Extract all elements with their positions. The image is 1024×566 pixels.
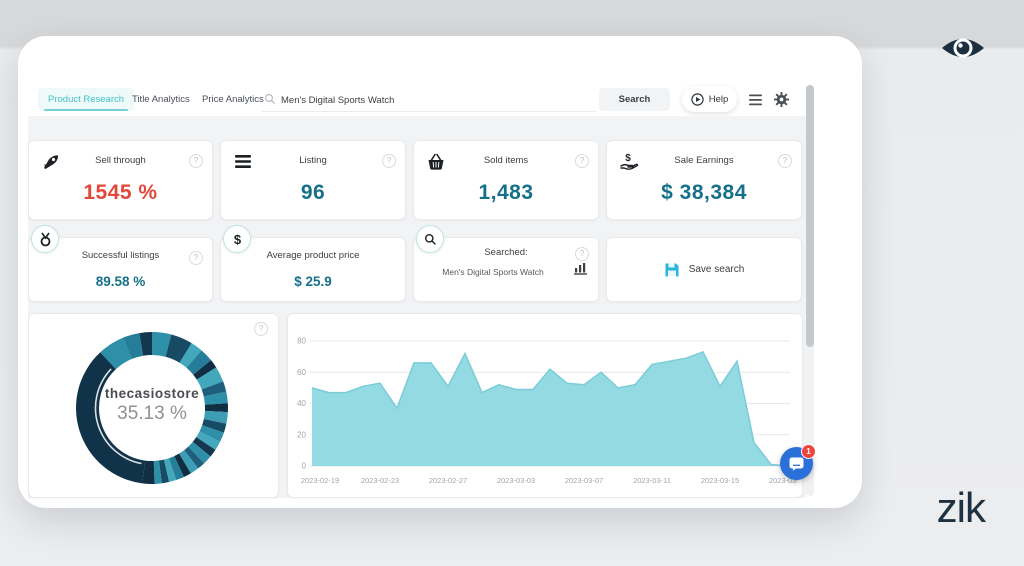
svg-text:2023-03-15: 2023-03-15 (701, 476, 739, 485)
stat-value: 96 (300, 181, 326, 204)
dollar-badge: $ (223, 225, 251, 253)
svg-text:2023-03-03: 2023-03-03 (497, 476, 535, 485)
question-icon[interactable]: ? (254, 322, 268, 336)
zik-logo: zik (936, 484, 986, 531)
stat-card-sale-earnings: $ Sale Earnings ? $ 38,384 (606, 140, 802, 220)
svg-text:2023-03-11: 2023-03-11 (633, 476, 671, 485)
sales-trend-area-chart[interactable]: 0 20 40 60 80 2023-02-19 2023-02-23 2023-02-27 2… (290, 325, 798, 493)
tab-product-research[interactable]: Product Research (38, 88, 135, 111)
chat-icon (789, 457, 804, 471)
help-button[interactable]: Help (682, 86, 737, 112)
chat-notification-badge: 1 (801, 444, 816, 459)
dollar-icon: $ (233, 232, 241, 247)
question-icon[interactable]: ? (778, 154, 792, 168)
searched-term: Men's Digital Sports Watch (442, 267, 544, 277)
magnifier-badge (416, 225, 444, 253)
stat-value: $ 38,384 (661, 181, 747, 204)
stat-label: Sale Earnings (674, 155, 734, 166)
question-icon[interactable]: ? (575, 247, 589, 261)
stat-label: Average product price (266, 250, 360, 261)
stat-label: Searched: (484, 247, 528, 258)
svg-text:2023-03-07: 2023-03-07 (565, 476, 603, 485)
page: zik Product Research Title Analytics Pri… (0, 0, 1024, 566)
question-icon[interactable]: ? (382, 154, 396, 168)
svg-text:60: 60 (297, 368, 306, 377)
eye-logo-icon (942, 38, 984, 58)
bar-chart-icon[interactable] (574, 262, 587, 275)
svg-text:2023-02-19: 2023-02-19 (301, 476, 339, 485)
search-input[interactable]: Men's Digital Sports Watch (281, 95, 591, 106)
help-label: Help (708, 93, 729, 105)
medal-badge (31, 225, 59, 253)
svg-text:2023-02-27: 2023-02-27 (429, 476, 467, 485)
scrollbar-thumb[interactable] (806, 85, 814, 347)
svg-text:80: 80 (297, 337, 306, 346)
save-search-label: Save search (688, 264, 745, 275)
stat-value: 1545 % (83, 181, 158, 204)
help-play-icon (691, 92, 704, 106)
save-icon (665, 263, 679, 276)
stat-value: $ 25.9 (294, 274, 332, 289)
question-icon[interactable]: ? (575, 154, 589, 168)
stat-value: 1,483 (478, 181, 534, 204)
search-input-underline (262, 110, 596, 112)
svg-text:40: 40 (297, 399, 306, 408)
question-icon[interactable]: ? (189, 154, 203, 168)
gear-icon[interactable] (774, 92, 789, 107)
stat-card-sold-items: Sold items ? 1,483 (413, 140, 599, 220)
magnifier-icon (424, 233, 436, 245)
save-search-card[interactable]: Save search (606, 237, 802, 302)
tab-title-analytics[interactable]: Title Analytics (122, 88, 200, 111)
stat-label: Sold items (483, 155, 529, 166)
competitors-donut-chart[interactable] (72, 328, 232, 488)
stat-value: 89.58 % (95, 274, 146, 289)
search-button[interactable]: Search (599, 88, 670, 111)
question-icon[interactable]: ? (189, 251, 203, 265)
stat-card-sell-through: Sell through ? 1545 % (28, 140, 213, 220)
svg-text:2023-02-23: 2023-02-23 (361, 476, 399, 485)
tab-price-analytics[interactable]: Price Analytics (192, 88, 274, 111)
svg-text:$: $ (233, 232, 241, 247)
svg-text:20: 20 (297, 430, 306, 439)
search-icon (264, 93, 276, 105)
stat-label: Listing (299, 155, 327, 166)
medal-icon (40, 232, 50, 246)
stat-label: Sell through (95, 155, 146, 166)
svg-text:0: 0 (302, 462, 307, 471)
stat-card-listing: Listing ? 96 (220, 140, 406, 220)
menu-lines-icon[interactable] (749, 94, 763, 106)
stat-label: Successful listings (81, 250, 160, 261)
